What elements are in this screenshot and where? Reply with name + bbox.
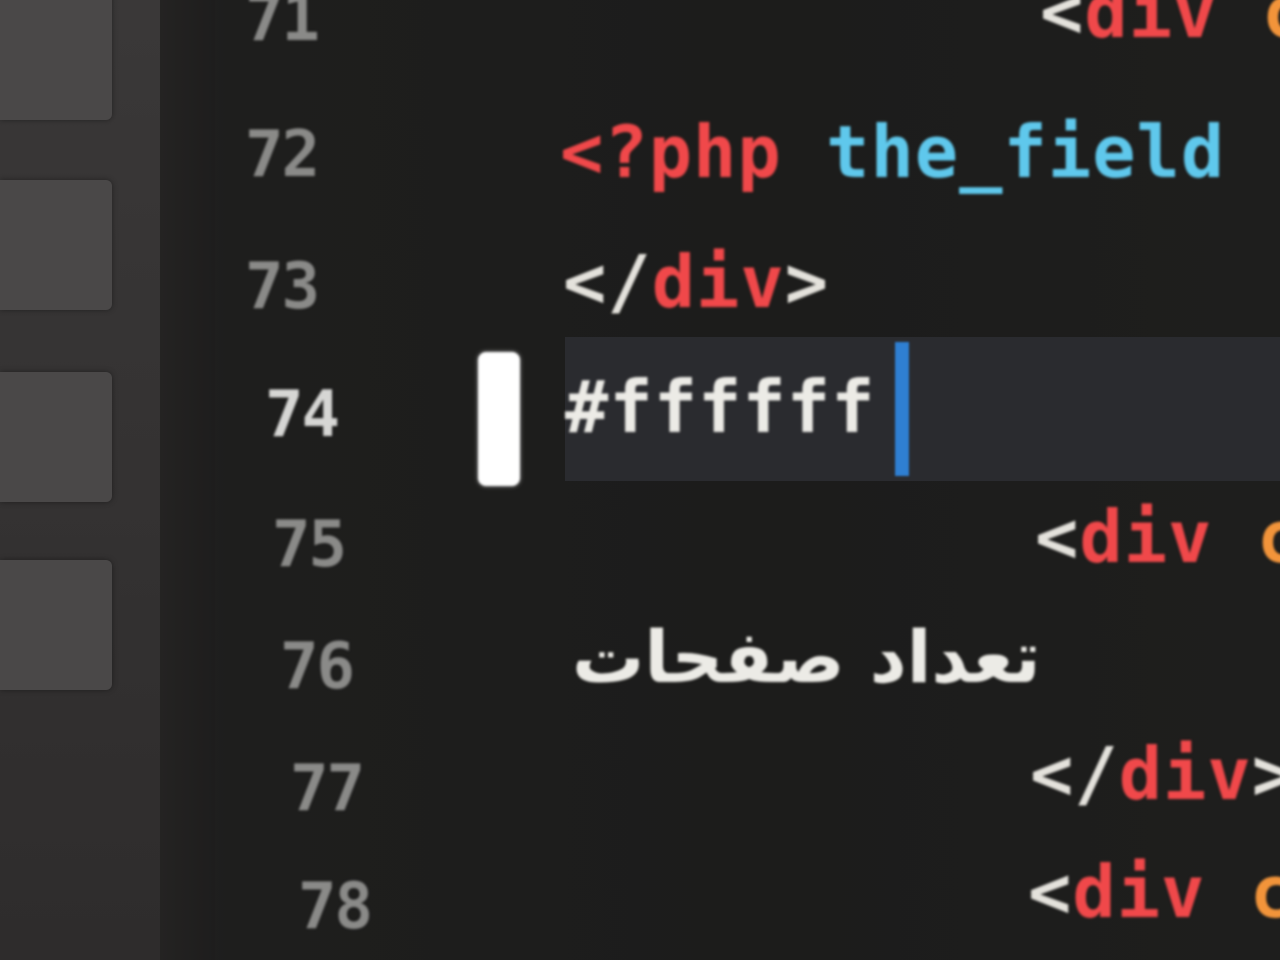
code-line[interactable]: <div c: [1035, 495, 1280, 579]
code-line[interactable]: <div c: [1028, 850, 1280, 934]
tag-open-bracket: </: [1030, 732, 1119, 816]
tag-open-bracket: <: [1040, 0, 1085, 54]
code-editor-photo: 71 72 73 74 75 76 77 78 <div c <?php the…: [0, 0, 1280, 960]
activity-bar-item-3[interactable]: [0, 372, 112, 502]
line-number: 71: [245, 0, 320, 56]
persian-text: تعداد صفحات: [572, 615, 1041, 699]
color-swatch-icon[interactable]: [478, 352, 520, 486]
line-number-active: 74: [265, 378, 340, 452]
activity-bar: [0, 0, 175, 960]
line-number: 77: [290, 752, 365, 826]
tag-name: div: [1084, 0, 1218, 54]
tag-open-bracket: <: [1028, 850, 1073, 934]
activity-bar-item-4[interactable]: [0, 560, 112, 690]
tag-name: div: [1079, 495, 1213, 579]
code-line[interactable]: <div c: [1040, 0, 1280, 54]
function-name: the_field: [826, 110, 1226, 194]
tag-name: div: [1072, 850, 1206, 934]
tag-open-bracket: <: [1035, 495, 1080, 579]
attribute-name: c: [1262, 0, 1280, 54]
line-number: 72: [245, 118, 320, 192]
activity-bar-item-1[interactable]: [0, 0, 112, 120]
code-line-active[interactable]: #ffffff: [565, 365, 875, 449]
gutter-divider: [160, 0, 215, 960]
line-number: 75: [272, 508, 347, 582]
attribute-name: c: [1249, 850, 1280, 934]
line-number: 78: [298, 870, 373, 944]
tag-name: div: [1118, 732, 1252, 816]
code-line[interactable]: <?php the_field: [560, 110, 1225, 194]
php-open-tag: <?php: [560, 110, 782, 194]
hex-color-value: #ffffff: [565, 365, 876, 449]
attribute-name: c: [1256, 495, 1280, 579]
code-line[interactable]: تعداد صفحات: [572, 615, 1041, 699]
tag-close-bracket: >: [784, 240, 830, 324]
text-cursor: [895, 342, 909, 476]
tag-name: div: [651, 240, 785, 324]
activity-bar-item-2[interactable]: [0, 180, 112, 310]
line-number: 73: [245, 250, 320, 324]
tag-open-bracket: </: [563, 240, 652, 324]
tag-close-bracket: >: [1251, 732, 1280, 816]
code-line[interactable]: </div>: [1030, 732, 1280, 816]
code-line[interactable]: </div>: [563, 240, 829, 324]
line-number: 76: [280, 630, 355, 704]
